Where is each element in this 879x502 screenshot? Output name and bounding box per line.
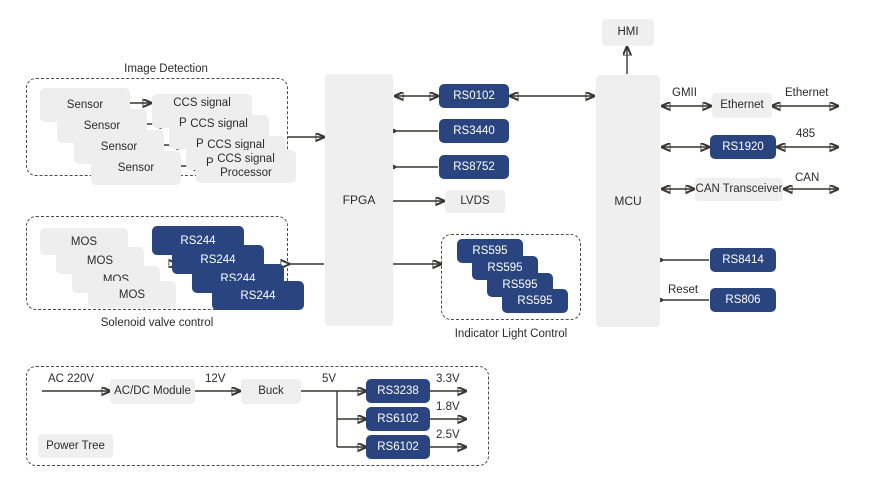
rs595-card-4: RS595 bbox=[502, 289, 568, 313]
peripheral-rs3440: RS3440 bbox=[439, 119, 509, 143]
rs244-label-4: RS244 bbox=[240, 289, 276, 302]
ccs-processor-p-2: P bbox=[196, 138, 204, 150]
ccs-processor-label-2: CCS signal bbox=[190, 118, 248, 130]
diagram-canvas: Image Detection Sensor Sensor Sensor Sen… bbox=[0, 0, 879, 502]
ccs-processor-label-4b: Processor bbox=[220, 166, 272, 179]
power-regulator-rs6102-1: RS6102 bbox=[366, 407, 430, 431]
peripheral-rs806-label: RS806 bbox=[725, 293, 761, 306]
hmi-block: HMI bbox=[602, 19, 654, 46]
power-rail-12v: 12V bbox=[205, 373, 226, 385]
mos-label-1: MOS bbox=[70, 235, 98, 248]
rs595-label-4: RS595 bbox=[517, 295, 553, 307]
fpga-block: FPGA bbox=[325, 74, 393, 326]
power-tree-label-block: Power Tree bbox=[38, 434, 113, 458]
peripheral-rs8414: RS8414 bbox=[710, 248, 776, 272]
peripheral-can-transceiver: CAN Transceiver bbox=[695, 178, 783, 201]
group-label-solenoid-valve: Solenoid valve control bbox=[100, 317, 214, 329]
mcu-label: MCU bbox=[614, 193, 642, 208]
mos-label-4: MOS bbox=[118, 288, 146, 301]
power-regulator-rs6102-1-label: RS6102 bbox=[377, 412, 419, 425]
power-rail-5v: 5V bbox=[322, 373, 337, 385]
peripheral-ethernet: Ethernet bbox=[712, 93, 772, 118]
group-label-image-detection: Image Detection bbox=[124, 63, 208, 75]
signal-label-gmii: GMII bbox=[672, 87, 697, 99]
rs244-card-4: RS244 bbox=[212, 281, 304, 310]
group-label-indicator-light: Indicator Light Control bbox=[454, 328, 568, 340]
sensor-label-4: Sensor bbox=[117, 162, 155, 174]
power-output-2v5: 2.5V bbox=[436, 429, 460, 441]
peripheral-lvds-label: LVDS bbox=[460, 195, 490, 208]
power-block-buck-label: Buck bbox=[258, 385, 284, 398]
power-tree-label: Power Tree bbox=[46, 439, 105, 452]
ccs-processor-label-1: CCS signal bbox=[173, 97, 231, 109]
peripheral-rs806: RS806 bbox=[710, 288, 776, 312]
fpga-label: FPGA bbox=[342, 192, 376, 207]
power-regulator-rs6102-2: RS6102 bbox=[366, 435, 430, 459]
peripheral-rs8752: RS8752 bbox=[439, 155, 509, 179]
peripheral-can-transceiver-label: CAN Transceiver bbox=[695, 183, 783, 196]
power-block-acdc-label: AC/DC Module bbox=[114, 385, 191, 398]
peripheral-lvds: LVDS bbox=[445, 190, 505, 213]
ccs-processor-p-1: P bbox=[179, 117, 187, 129]
power-input-label: AC 220V bbox=[48, 373, 95, 385]
peripheral-rs0102-label: RS0102 bbox=[453, 89, 495, 102]
power-regulator-rs6102-2-label: RS6102 bbox=[377, 440, 419, 453]
mos-label-2: MOS bbox=[86, 254, 114, 267]
hmi-label: HMI bbox=[617, 26, 639, 39]
ccs-processor-label-4a: CCS signal bbox=[217, 153, 275, 166]
peripheral-ethernet-label: Ethernet bbox=[720, 99, 764, 112]
ccs-processor-p-3: P bbox=[206, 157, 214, 169]
power-block-acdc: AC/DC Module bbox=[110, 379, 195, 404]
sensor-card-4: Sensor bbox=[91, 151, 181, 185]
signal-label-ethernet: Ethernet bbox=[785, 87, 829, 99]
peripheral-rs1920-label: RS1920 bbox=[722, 140, 764, 153]
peripheral-rs8414-label: RS8414 bbox=[722, 253, 764, 266]
power-output-3v3: 3.3V bbox=[436, 373, 460, 385]
signal-label-reset: Reset bbox=[668, 284, 699, 296]
peripheral-rs8752-label: RS8752 bbox=[453, 160, 495, 173]
power-output-1v8: 1.8V bbox=[436, 401, 460, 413]
signal-label-can: CAN bbox=[795, 172, 820, 184]
peripheral-rs0102: RS0102 bbox=[439, 84, 509, 108]
power-block-buck: Buck bbox=[241, 379, 301, 404]
mos-card-4: MOS bbox=[88, 281, 176, 308]
peripheral-rs1920: RS1920 bbox=[710, 135, 776, 159]
power-regulator-rs3238: RS3238 bbox=[366, 379, 430, 403]
mcu-block: MCU bbox=[596, 75, 660, 327]
signal-label-485: 485 bbox=[796, 128, 816, 140]
peripheral-rs3440-label: RS3440 bbox=[453, 124, 495, 137]
power-regulator-rs3238-label: RS3238 bbox=[377, 384, 419, 397]
